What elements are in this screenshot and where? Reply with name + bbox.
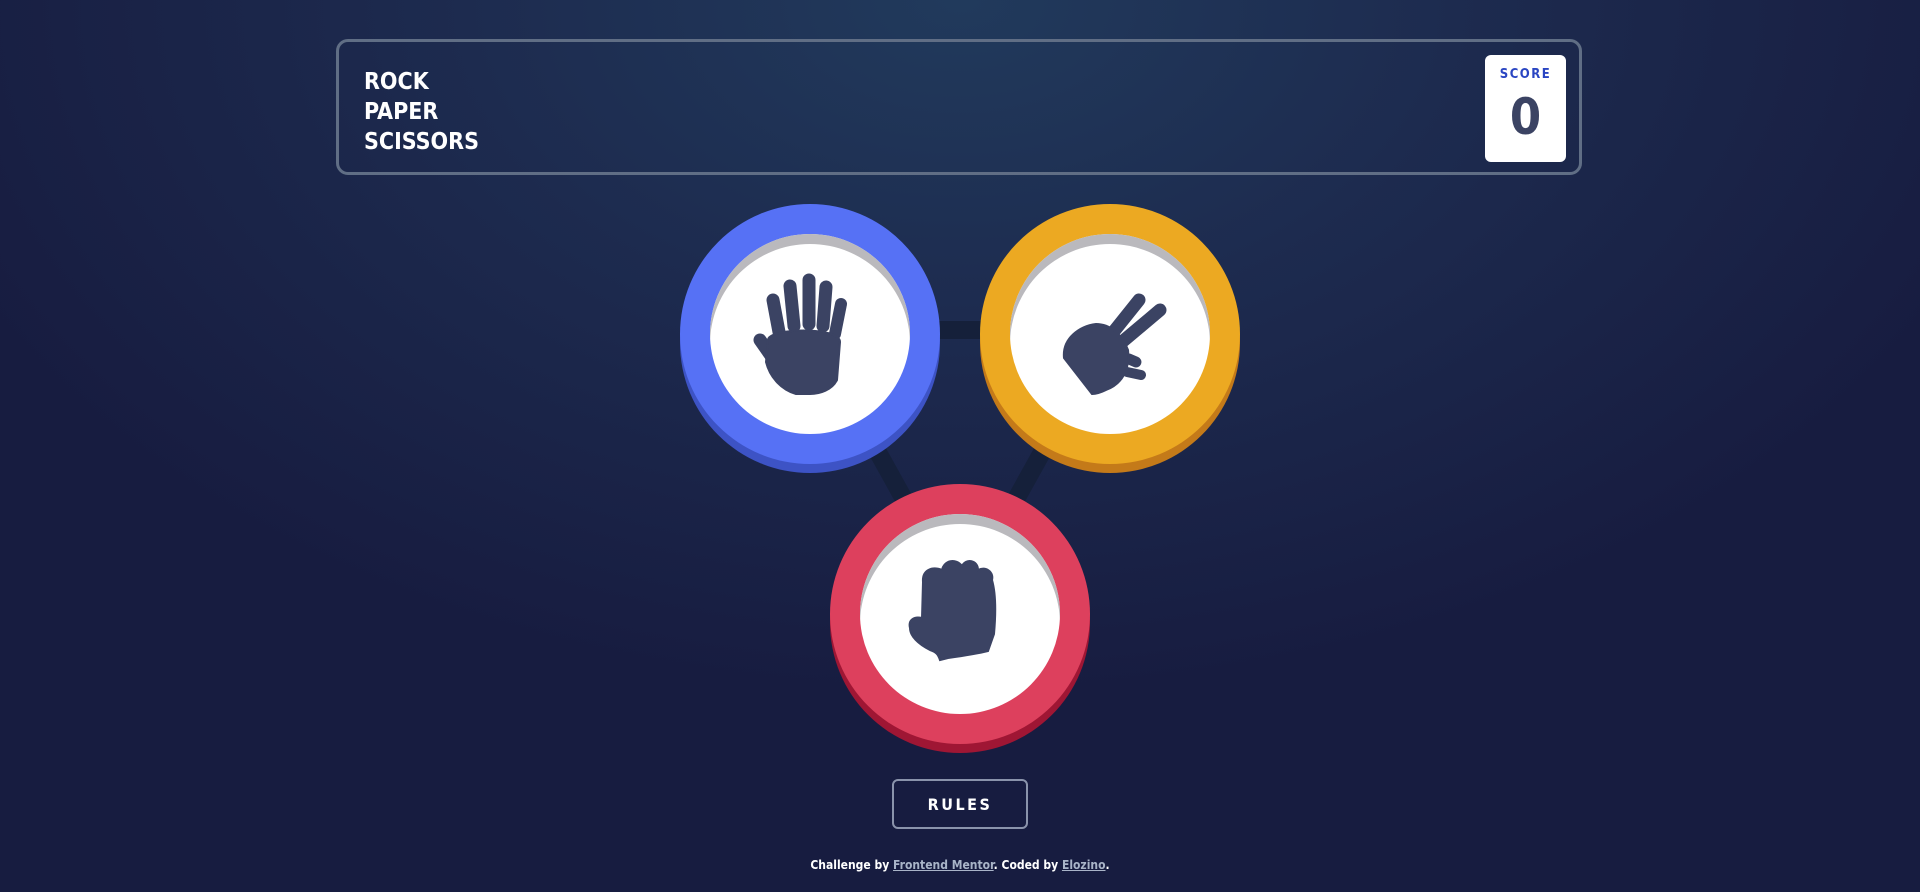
attribution-prefix: Challenge by xyxy=(810,858,890,872)
attribution-footer: Challenge by Frontend Mentor. Coded by E… xyxy=(0,858,1920,872)
game-title-line-scissors: SCISSORS xyxy=(364,129,479,155)
paper-choice-button[interactable] xyxy=(680,204,940,464)
scissors-hand-icon xyxy=(1062,293,1167,396)
scissors-choice-button[interactable] xyxy=(980,204,1240,464)
game-title-line-paper: PAPER xyxy=(364,99,439,125)
score-label: SCORE xyxy=(1499,67,1552,82)
author-link[interactable]: Elozino xyxy=(1062,858,1106,872)
rules-button[interactable]: RULES xyxy=(892,779,1028,829)
score-header: ROCK PAPER SCISSORS SCORE 0 xyxy=(336,39,1582,175)
rock-choice-button[interactable] xyxy=(830,484,1090,744)
attribution-middle: . Coded by xyxy=(993,858,1059,872)
paper-hand-icon xyxy=(753,273,847,395)
score-value: 0 xyxy=(1509,88,1542,146)
score-box: SCORE 0 xyxy=(1485,55,1566,162)
rock-fist-icon xyxy=(908,560,997,662)
attribution-suffix: . xyxy=(1105,858,1110,872)
game-title: ROCK PAPER SCISSORS xyxy=(364,67,479,157)
frontend-mentor-link[interactable]: Frontend Mentor xyxy=(893,858,994,872)
game-title-line-rock: ROCK xyxy=(364,69,429,95)
